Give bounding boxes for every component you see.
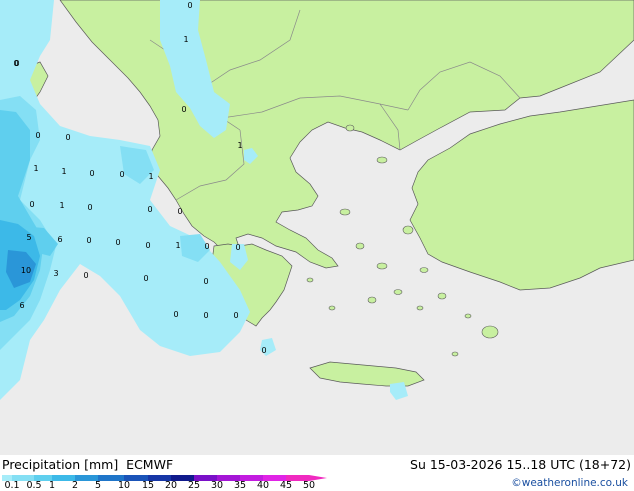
precipitation-map: 0 1 0 0 1 0 1 1 0 0 1 0 0 1 0 0 0 5 6 0 0 0 1 0 0 10 3 0 6 0 0 0 0 0 0 0 <box>0 0 634 455</box>
point-value: 0 <box>203 311 208 320</box>
point-value: 0 <box>35 131 40 140</box>
legend-tick-label: 45 <box>279 480 293 491</box>
legend-tick-label: 0.1 <box>4 480 20 491</box>
legend-tick-label: 40 <box>256 480 270 491</box>
legend-tick-label: 35 <box>233 480 247 491</box>
point-value: 0 <box>83 271 88 280</box>
point-value: 0 <box>143 274 148 283</box>
point-value: 0 <box>233 311 238 320</box>
valid-datetime: Su 15-03-2026 15..18 UTC (18+72) <box>410 457 631 472</box>
point-value: 6 <box>57 235 62 244</box>
legend-tick-label: 30 <box>210 480 224 491</box>
point-value: 0 <box>89 169 94 178</box>
product-name: Precipitation [mm] <box>2 457 119 472</box>
point-value: 3 <box>53 269 58 278</box>
point-value: 5 <box>26 233 31 242</box>
legend-tick-label: 20 <box>164 480 178 491</box>
point-value: 0 <box>29 200 34 209</box>
legend-tick-label: 2 <box>71 480 79 491</box>
legend-tick-label: 5 <box>94 480 102 491</box>
legend-tick-label: 15 <box>141 480 155 491</box>
legend-tick-label: 0.5 <box>26 480 42 491</box>
copyright-link[interactable]: ©weatheronline.co.uk <box>511 477 628 489</box>
point-value: 0 <box>204 242 209 251</box>
footer: Precipitation [mm] ECMWF Su 15-03-2026 1… <box>0 455 634 491</box>
point-value: 0 <box>115 238 120 247</box>
point-value: 0 <box>147 205 152 214</box>
point-value: 0 <box>177 207 182 216</box>
point-value: 1 <box>59 201 64 210</box>
point-value: 0 <box>203 277 208 286</box>
legend-tick-label: 1 <box>48 480 56 491</box>
point-value: 0 <box>86 236 91 245</box>
point-value: 0 <box>235 243 240 252</box>
point-value: 0 <box>119 170 124 179</box>
point-value: 1 <box>175 241 180 250</box>
point-value: 0 <box>181 105 186 114</box>
point-value: 1 <box>148 172 153 181</box>
point-value: 0 <box>261 346 266 355</box>
map-canvas: 0100101 1 0 0 1001 0 005 6 00 01 0010 3 0600 0 0000 <box>0 0 634 455</box>
point-value: 1 <box>33 164 38 173</box>
point-value: 0 <box>13 59 18 68</box>
product-title: Precipitation [mm] ECMWF <box>2 457 173 472</box>
legend-tick-label: 10 <box>117 480 131 491</box>
point-value: 0 <box>145 241 150 250</box>
point-value: 10 <box>21 266 31 275</box>
point-value: 1 <box>237 141 242 150</box>
point-value: 0 <box>187 1 192 10</box>
legend-tick-label: 25 <box>187 480 201 491</box>
point-value: 1 <box>61 167 66 176</box>
point-value: 0 <box>65 133 70 142</box>
legend-tick-label: 50 <box>302 480 316 491</box>
point-value: 1 <box>183 35 188 44</box>
point-value: 0 <box>173 310 178 319</box>
point-value: 0 <box>87 203 92 212</box>
model-name: ECMWF <box>126 457 174 472</box>
point-value: 6 <box>19 301 24 310</box>
